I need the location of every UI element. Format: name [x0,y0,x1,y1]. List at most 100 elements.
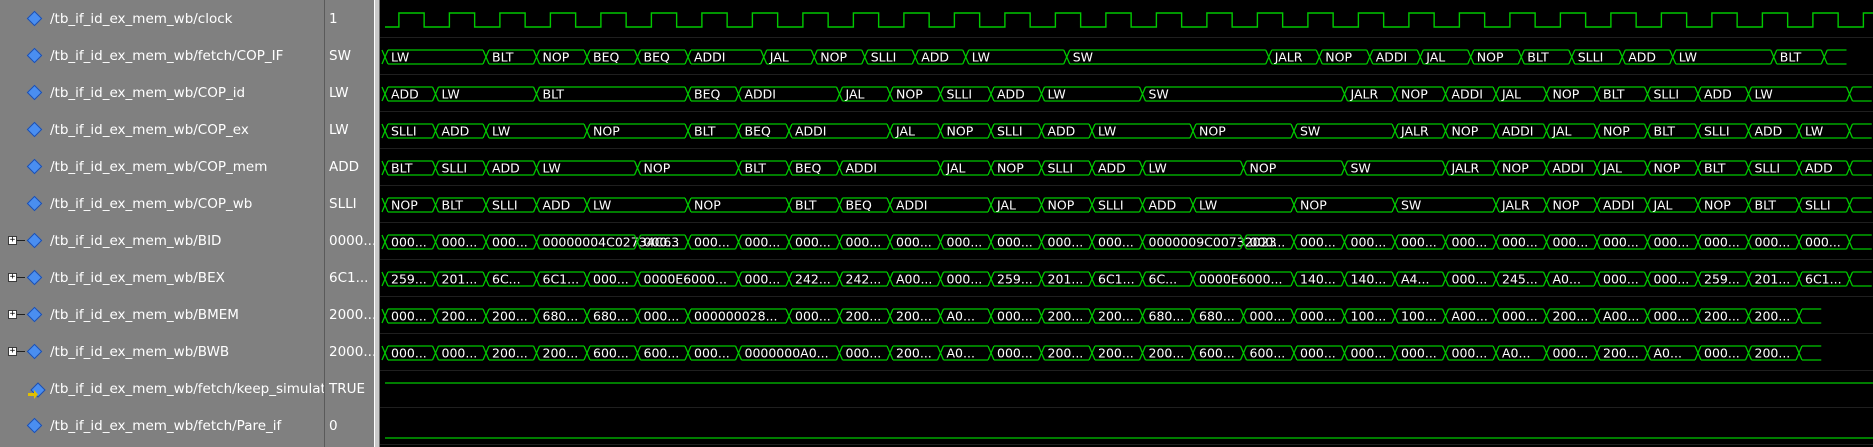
bus-transition [1492,271,1500,287]
bus-value: 200... [1048,346,1084,361]
bus-value: 200... [1704,309,1740,324]
bus-transition [381,345,389,361]
tree-connector [17,314,25,315]
bus-value: 200... [1098,346,1134,361]
signal-value: SLLI [329,196,357,212]
signal-row[interactable]: /tb_if_id_ex_mem_wb/COP_mem [0,149,324,186]
bus-transition [1845,86,1854,102]
bus-value: 000... [644,235,680,250]
bus-transition [583,49,591,65]
bus-value: ADDI [1452,87,1484,102]
bus-value: 000... [1654,235,1690,250]
signal-row[interactable]: /tb_if_id_ex_mem_wb/BEX [0,260,324,297]
bus-value: LW [1679,50,1697,65]
bus-value: ADD [391,87,419,102]
bus-value: 242... [846,272,882,287]
signal-row[interactable]: /tb_if_id_ex_mem_wb/fetch/keep_simulatin… [0,371,347,408]
bus-value: NOP [644,161,671,176]
bus-transition [1467,49,1475,65]
bus-value: 200... [1755,346,1791,361]
bus-value: LW [1199,198,1217,213]
bus-transition [835,234,844,250]
bus-value: A00... [896,272,932,287]
bus-transition [1593,345,1601,361]
bus-value: JAL [769,50,789,65]
bus-value: SLLI [1098,198,1124,213]
signal-name: /tb_if_id_ex_mem_wb/clock [50,11,233,27]
bus-value: 600... [644,346,680,361]
bus-transition [1088,345,1096,361]
bus-transition [633,271,642,287]
bus-transition [1845,271,1854,287]
expand-icon[interactable] [8,236,17,245]
bus-value: LW [1048,87,1066,102]
bus-transition [431,197,440,213]
signal-row[interactable]: /tb_if_id_ex_mem_wb/fetch/COP_IF [0,38,324,75]
diamond-icon [26,10,43,27]
bus-value: 000... [694,346,730,361]
bus-value: BEQ [644,50,670,65]
bus-value: 000... [1401,235,1437,250]
bus-value: 000... [896,235,932,250]
bus-transition [431,345,440,361]
signal-value: 2000... [329,344,377,360]
bus-transition [835,86,844,102]
bus-transition [1542,123,1551,139]
signal-row[interactable]: /tb_if_id_ex_mem_wb/fetch/Pare_if [0,408,324,445]
bus-value: BLT [543,87,565,102]
bus-transition [684,308,692,324]
bus-value: BLT [745,161,767,176]
signal-name: /tb_if_id_ex_mem_wb/BWB [50,344,230,360]
bus-transition [1694,123,1702,139]
bus-transition [1391,197,1399,213]
waveform-pane[interactable]: LW BLT NOP BEQ BEQ ADDI JAL NOP SLLI ADD LW SW JALR N… [380,0,1873,447]
bus-value: 000... [1351,346,1387,361]
expand-icon[interactable] [8,273,17,282]
bus-value: 000... [1603,235,1639,250]
bus-transition [532,197,541,213]
bus-transition [583,271,591,287]
bus-value: 140... [1351,272,1387,287]
bus-transition [1138,160,1147,176]
signal-row[interactable]: /tb_if_id_ex_mem_wb/COP_wb [0,186,324,223]
bus-transition [1744,160,1753,176]
bus-value: 000... [593,272,629,287]
bus-transition [1593,308,1601,324]
bus-value: SLLI [1805,198,1831,213]
bus-value: NOP [1704,198,1731,213]
bus-value: 0000E6000... [1199,272,1282,287]
bus-value: SLLI [1755,161,1781,176]
bus-transition [684,123,692,139]
bus-transition [633,160,642,176]
bus-transition [1391,271,1399,287]
signal-name: /tb_if_id_ex_mem_wb/fetch/Pare_if [50,418,282,434]
expand-icon[interactable] [8,310,17,319]
bus-value: 201... [442,272,478,287]
signal-name: /tb_if_id_ex_mem_wb/COP_id [50,85,246,101]
bus-value: 000... [1452,346,1488,361]
signal-row[interactable]: /tb_if_id_ex_mem_wb/BMEM [0,297,324,334]
bus-transition [987,160,995,176]
bus-value: 000... [947,235,983,250]
bus-value: 680... [1149,309,1185,324]
bus-value: BEQ [694,87,720,102]
signal-value: 6C1... [329,270,369,286]
bus-value: 000... [1553,235,1589,250]
bus-value: JALR [1501,198,1530,213]
signal-row[interactable]: /tb_if_id_ex_mem_wb/BWB [0,334,324,371]
bus-value: JAL [1552,124,1572,139]
expand-icon[interactable] [8,347,17,356]
signal-name: /tb_if_id_ex_mem_wb/COP_wb [50,196,253,212]
bus-transition [1340,234,1349,250]
signal-row[interactable]: /tb_if_id_ex_mem_wb/COP_id [0,75,324,112]
bus-transition [532,49,541,65]
signal-name: /tb_if_id_ex_mem_wb/fetch/keep_simulatin… [50,381,347,397]
bus-transition [633,308,642,324]
bus-transition [482,308,490,324]
signal-row[interactable]: /tb_if_id_ex_mem_wb/BID [0,223,324,260]
bus-value: SW [1300,124,1320,139]
bus-value: 000... [795,235,831,250]
signal-row[interactable]: /tb_if_id_ex_mem_wb/COP_ex [0,112,324,149]
bus-value: ADD [492,161,520,176]
signal-row[interactable]: /tb_if_id_ex_mem_wb/clock [0,1,324,38]
